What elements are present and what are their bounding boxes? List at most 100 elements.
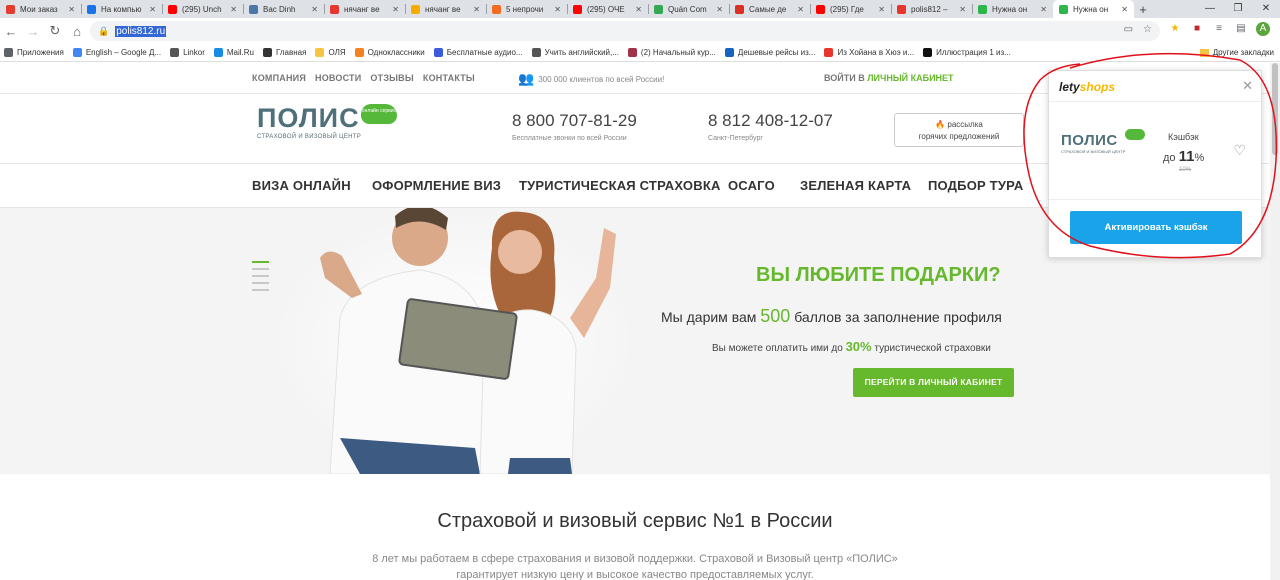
browser-tab[interactable]: 5 непрочи ✕ bbox=[486, 0, 567, 18]
bookmark-item[interactable]: Главная bbox=[262, 48, 306, 57]
extensions-icon[interactable]: ▤ bbox=[1234, 22, 1248, 36]
mainnav-item[interactable]: ВИЗА ОНЛАЙН bbox=[252, 178, 351, 193]
bookmark-item[interactable]: Дешевые рейсы из... bbox=[724, 48, 815, 57]
hot-offers-button[interactable]: 🔥 рассылка горячих предложений bbox=[894, 113, 1024, 147]
bookmark-item[interactable]: Бесплатные аудио... bbox=[433, 48, 523, 57]
bookmark-item[interactable]: Из Хойана в Хюэ и... bbox=[824, 48, 914, 57]
browser-tab[interactable]: нячанг ве ✕ bbox=[324, 0, 405, 18]
playlist-icon[interactable]: ≡ bbox=[1212, 22, 1226, 36]
scrollbar-thumb[interactable] bbox=[1272, 63, 1278, 155]
forward-icon[interactable]: → bbox=[22, 24, 44, 39]
bookmark-icon bbox=[531, 48, 541, 57]
close-tab-icon[interactable]: ✕ bbox=[1121, 5, 1128, 14]
close-tab-icon[interactable]: ✕ bbox=[635, 5, 642, 14]
back-icon[interactable]: ← bbox=[0, 24, 22, 39]
page-scrollbar[interactable] bbox=[1270, 63, 1280, 580]
bookmark-item[interactable]: Иллюстрация 1 из... bbox=[923, 48, 1011, 57]
activate-cashback-button[interactable]: Активировать кэшбэк bbox=[1070, 211, 1242, 244]
mainnav-item[interactable]: ЗЕЛЕНАЯ КАРТА bbox=[800, 178, 911, 193]
topnav-link[interactable]: КОНТАКТЫ bbox=[423, 73, 475, 83]
popup-body: ПОЛИС СТРАХОВОЙ И ВИЗОВЫЙ ЦЕНТР Кэшбэк д… bbox=[1049, 102, 1261, 200]
extension-icon[interactable]: ★ bbox=[1168, 22, 1182, 36]
close-tab-icon[interactable]: ✕ bbox=[473, 5, 480, 14]
favicon-icon bbox=[168, 4, 177, 14]
mainnav-item[interactable]: ОФОРМЛЕНИЕ ВИЗ bbox=[372, 178, 501, 193]
browser-tab[interactable]: (295) Unch ✕ bbox=[162, 0, 243, 18]
bookmark-icon bbox=[170, 48, 180, 57]
extension-shield-icon[interactable]: ■ bbox=[1190, 22, 1204, 36]
url-text[interactable]: polis812.ru bbox=[115, 25, 167, 37]
browser-toolbar: ← → ↻ ⌂ 🔒 polis812.ru ▭ ☆ ★ ■ ≡ ▤ A ⋮ bbox=[0, 18, 1280, 44]
browser-tab[interactable]: Нужна он ✕ bbox=[1053, 0, 1134, 18]
mainnav-item[interactable]: ПОДБОР ТУРА bbox=[928, 178, 1023, 193]
close-window-button[interactable]: ✕ bbox=[1252, 0, 1280, 18]
browser-tab[interactable]: Quán Com ✕ bbox=[648, 0, 729, 18]
cashback-label: Кэшбэк bbox=[1168, 132, 1199, 142]
heart-icon[interactable]: ♡ bbox=[1233, 142, 1246, 159]
logo-badge: онлайн сервис bbox=[361, 104, 397, 124]
bookmark-item[interactable]: Linkor bbox=[170, 48, 205, 57]
bookmark-icon bbox=[72, 48, 82, 57]
browser-tab[interactable]: (295) Где ✕ bbox=[810, 0, 891, 18]
close-tab-icon[interactable]: ✕ bbox=[68, 5, 75, 14]
reload-icon[interactable]: ↻ bbox=[44, 23, 66, 39]
address-bar[interactable]: 🔒 polis812.ru ▭ ☆ bbox=[90, 21, 1160, 41]
go-to-cabinet-button[interactable]: ПЕРЕЙТИ В ЛИЧНЫЙ КАБИНЕТ bbox=[853, 368, 1014, 397]
topnav-link[interactable]: НОВОСТИ bbox=[315, 73, 361, 83]
new-tab-button[interactable]: + bbox=[1134, 2, 1152, 17]
close-tab-icon[interactable]: ✕ bbox=[959, 5, 966, 14]
section-text: 8 лет мы работаем в сфере страхования и … bbox=[372, 553, 898, 580]
browser-tab[interactable]: Нужна он ✕ bbox=[972, 0, 1053, 18]
favicon-icon bbox=[897, 4, 906, 14]
bookmark-item[interactable]: (2) Начальный кур... bbox=[627, 48, 716, 57]
star-icon[interactable]: ☆ bbox=[1143, 24, 1152, 35]
bookmark-icon bbox=[627, 48, 637, 57]
bookmark-item[interactable]: Mail.Ru bbox=[213, 48, 254, 57]
avatar[interactable]: A bbox=[1256, 22, 1270, 36]
close-tab-icon[interactable]: ✕ bbox=[392, 5, 399, 14]
bookmark-icon bbox=[923, 48, 933, 57]
cashback-value: до 11% bbox=[1163, 148, 1205, 165]
browser-tab[interactable]: Самые де ✕ bbox=[729, 0, 810, 18]
mainnav-item[interactable]: ТУРИСТИЧЕСКАЯ СТРАХОВКА bbox=[519, 178, 721, 193]
close-tab-icon[interactable]: ✕ bbox=[554, 5, 561, 14]
bookmark-item[interactable]: ОЛЯ bbox=[315, 48, 346, 57]
home-icon[interactable]: ⌂ bbox=[66, 24, 88, 39]
login-link[interactable]: ВОЙТИ В ЛИЧНЫЙ КАБИНЕТ bbox=[824, 73, 954, 83]
close-tab-icon[interactable]: ✕ bbox=[149, 5, 156, 14]
bookmark-item[interactable]: Приложения bbox=[4, 48, 64, 57]
favicon-icon bbox=[978, 4, 987, 14]
bookmark-item[interactable]: Учить английский,... bbox=[531, 48, 619, 57]
browser-tab[interactable]: Мои заказ ✕ bbox=[0, 0, 81, 18]
maximize-button[interactable]: ❐ bbox=[1224, 0, 1252, 18]
folder-icon bbox=[1199, 48, 1209, 57]
minimize-button[interactable]: — bbox=[1196, 0, 1224, 18]
browser-tab[interactable]: На компью ✕ bbox=[81, 0, 162, 18]
close-tab-icon[interactable]: ✕ bbox=[311, 5, 318, 14]
site-logo[interactable]: ПОЛИС СТРАХОВОЙ И ВИЗОВЫЙ ЦЕНТР онлайн с… bbox=[257, 104, 397, 140]
hero-subtitle: Мы дарим вам 500 баллов за заполнение пр… bbox=[661, 306, 1002, 326]
browser-tab[interactable]: (295) ОЧЕ ✕ bbox=[567, 0, 648, 18]
favicon-icon bbox=[249, 4, 258, 14]
close-tab-icon[interactable]: ✕ bbox=[716, 5, 723, 14]
close-tab-icon[interactable]: ✕ bbox=[1040, 5, 1047, 14]
close-tab-icon[interactable]: ✕ bbox=[230, 5, 237, 14]
tab-bar: Мои заказ ✕ На компью ✕ (295) Unch ✕ Bac Dinh ✕… bbox=[0, 0, 1280, 18]
topnav-link[interactable]: КОМПАНИЯ bbox=[252, 73, 306, 83]
bookmark-item[interactable]: Одноклассники bbox=[354, 48, 425, 57]
mainnav-item[interactable]: ОСАГО bbox=[728, 178, 775, 193]
other-bookmarks[interactable]: Другие закладки bbox=[1199, 48, 1274, 57]
browser-tab[interactable]: Bac Dinh ✕ bbox=[243, 0, 324, 18]
close-icon[interactable]: ✕ bbox=[1242, 78, 1253, 94]
browser-tab[interactable]: polis812 – ✕ bbox=[891, 0, 972, 18]
favicon-icon bbox=[573, 4, 582, 14]
bookmark-item[interactable]: English – Google Д... bbox=[72, 48, 161, 57]
topnav-link[interactable]: ОТЗЫВЫ bbox=[370, 73, 413, 83]
cashback-popup: letyshops ✕ ПОЛИС СТРАХОВОЙ И ВИЗОВЫЙ ЦЕ… bbox=[1048, 70, 1262, 258]
close-tab-icon[interactable]: ✕ bbox=[797, 5, 804, 14]
browser-tab[interactable]: нячанг ве ✕ bbox=[405, 0, 486, 18]
cast-icon[interactable]: ▭ bbox=[1124, 24, 1133, 35]
close-tab-icon[interactable]: ✕ bbox=[878, 5, 885, 14]
slider-indicator[interactable] bbox=[252, 261, 269, 296]
section-title: Страховой и визовый сервис №1 в России bbox=[437, 510, 833, 532]
